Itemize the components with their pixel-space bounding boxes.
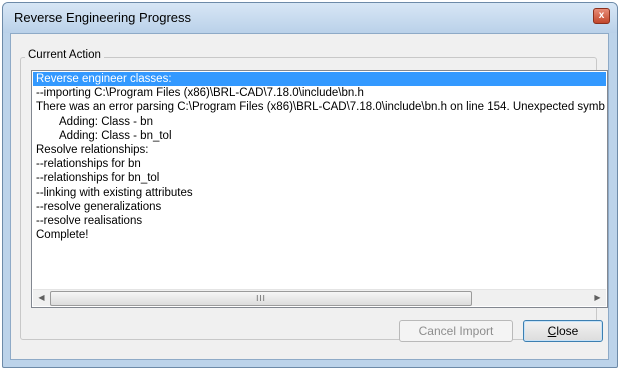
close-icon[interactable]: x [593, 8, 610, 24]
window-title: Reverse Engineering Progress [14, 10, 192, 25]
cancel-import-button[interactable]: Cancel Import [399, 320, 513, 342]
current-action-label: Current Action [25, 49, 104, 61]
scrollbar-thumb[interactable]: III [50, 291, 472, 306]
log-line[interactable]: Complete! [33, 228, 606, 242]
log-line[interactable]: --resolve realisations [33, 214, 606, 228]
log-line[interactable]: --relationships for bn_tol [33, 171, 606, 185]
scroll-left-icon[interactable]: ◀ [33, 290, 50, 306]
action-log-list[interactable]: Reverse engineer classes: --importing C:… [31, 70, 608, 308]
title-bar[interactable]: Reverse Engineering Progress x [3, 3, 617, 33]
log-line[interactable]: Resolve relationships: [33, 143, 606, 157]
log-lines[interactable]: Reverse engineer classes: --importing C:… [33, 72, 606, 291]
close-button[interactable]: Close [523, 320, 603, 342]
dialog-client-area: Current Action Reverse engineer classes:… [10, 33, 609, 360]
scroll-right-icon[interactable]: ▶ [589, 290, 606, 306]
grip-icon: III [256, 294, 266, 303]
progress-window: Reverse Engineering Progress x Current A… [2, 2, 618, 368]
log-line[interactable]: Adding: Class - bn [33, 115, 606, 129]
log-line[interactable]: --resolve generalizations [33, 200, 606, 214]
log-line[interactable]: Reverse engineer classes: [33, 72, 606, 87]
log-line[interactable]: There was an error parsing C:\Program Fi… [33, 100, 606, 114]
log-line[interactable]: --importing C:\Program Files (x86)\BRL-C… [33, 86, 606, 100]
log-line[interactable]: Adding: Class - bn_tol [33, 129, 606, 143]
log-line[interactable]: --relationships for bn [33, 157, 606, 171]
log-line[interactable]: --linking with existing attributes [33, 186, 606, 200]
horizontal-scrollbar[interactable]: ◀ III ▶ [33, 289, 606, 306]
close-button-label: lose [556, 324, 579, 338]
